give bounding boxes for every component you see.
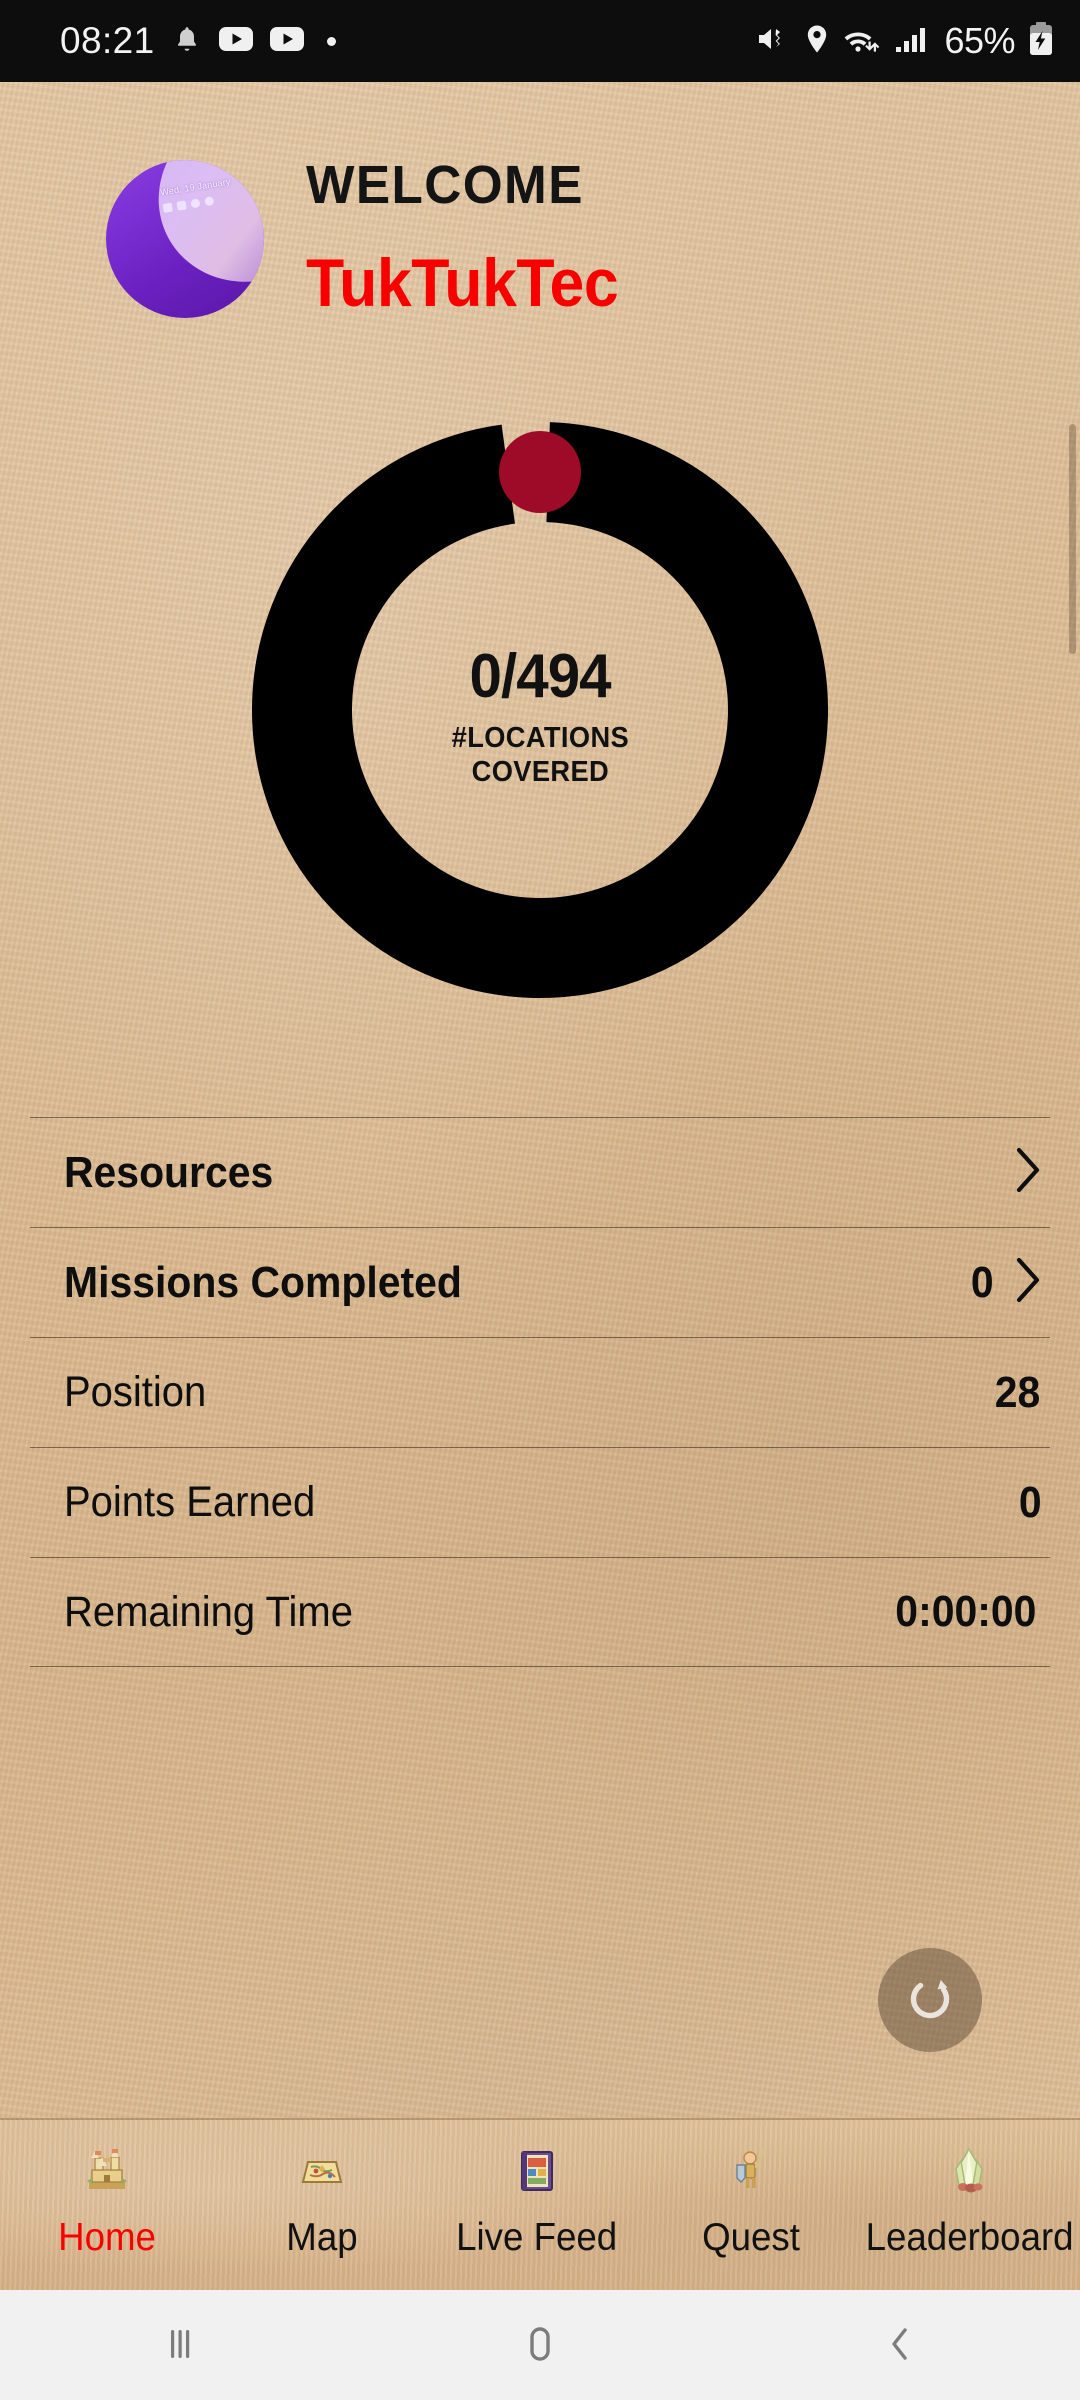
app-content: Wed, 19 January WELCOME TukTukTec 0/494 … (0, 82, 1080, 2290)
stat-row-resources[interactable]: Resources (30, 1117, 1050, 1227)
battery-percent-label: 65% (944, 20, 1015, 61)
youtube-icon (218, 26, 253, 57)
tab-label: Map (286, 2216, 358, 2259)
tab-quest[interactable]: Quest (644, 2120, 859, 2290)
stat-right: 0 (1018, 1478, 1042, 1528)
username-label: TukTukTec (306, 245, 619, 321)
tab-map[interactable]: Map (215, 2120, 430, 2290)
tab-leaderboard[interactable]: Leaderboard (859, 2120, 1080, 2290)
app-header: Wed, 19 January WELCOME TukTukTec (0, 142, 1080, 352)
tab-live-feed[interactable]: Live Feed (429, 2120, 644, 2290)
knight-icon (720, 2140, 782, 2202)
stat-right: 0 (970, 1256, 1042, 1309)
tab-home[interactable]: Home (0, 2120, 215, 2290)
location-icon (805, 24, 829, 59)
stats-list: Resources Missions Completed 0 Position … (0, 1117, 1080, 1667)
mute-vibrate-icon (756, 24, 792, 59)
status-bar-clock: 08:21 (60, 20, 155, 61)
tab-label: Home (58, 2216, 157, 2259)
locations-covered-value: 0/494 (469, 641, 611, 711)
welcome-label: WELCOME (306, 155, 584, 215)
status-bar-left: 08:21 (60, 20, 336, 62)
map-icon (291, 2140, 353, 2202)
phone-screen: 08:21 65% Wed, 19 January WELCOME TukTuk… (0, 0, 1080, 2400)
tab-label: Leaderboard (865, 2216, 1074, 2259)
stat-label: Missions Completed (64, 1257, 462, 1307)
stat-row-remaining-time: Remaining Time 0:00:00 (30, 1557, 1050, 1667)
ring-label-line1: #LOCATIONS (451, 721, 629, 754)
ring-label-line2: COVERED (471, 756, 609, 788)
recents-button[interactable] (0, 2322, 360, 2369)
castle-icon (76, 2140, 138, 2202)
wifi-icon (842, 24, 882, 59)
stat-value: 0 (970, 1257, 994, 1307)
signal-icon (895, 24, 927, 59)
stat-label: Position (64, 1368, 207, 1416)
battery-charging-icon (1028, 21, 1054, 61)
bottom-tab-bar: Home Map Live Feed Quest Leaderboard (0, 2118, 1080, 2290)
locations-covered-label: #LOCATIONS COVERED (451, 721, 628, 789)
refresh-icon (902, 1971, 958, 2030)
dot-indicator-icon (326, 36, 336, 46)
header-titles: WELCOME TukTukTec (306, 154, 645, 322)
stat-label: Remaining Time (64, 1587, 353, 1636)
stat-row-position: Position 28 (30, 1337, 1050, 1447)
book-icon (506, 2140, 568, 2202)
status-bar: 08:21 65% (0, 0, 1080, 82)
recents-icon (158, 2322, 202, 2369)
tab-label: Live Feed (456, 2216, 618, 2259)
stat-value: 0 (1018, 1477, 1042, 1527)
stat-label: Points Earned (64, 1478, 316, 1526)
tab-label: Quest (702, 2216, 801, 2259)
avatar[interactable]: Wed, 19 January (106, 160, 264, 318)
progress-ring-center: 0/494 #LOCATIONS COVERED (230, 400, 850, 1020)
stat-right (994, 1146, 1042, 1199)
stat-row-points-earned: Points Earned 0 (30, 1447, 1050, 1557)
stat-label: Resources (64, 1147, 274, 1197)
stat-row-missions-completed[interactable]: Missions Completed 0 (30, 1227, 1050, 1337)
status-bar-right: 65% (756, 20, 1054, 62)
stat-value: 0:00:00 (895, 1587, 1037, 1636)
android-navigation-bar (0, 2290, 1080, 2400)
home-icon (518, 2322, 562, 2369)
bell-icon (172, 24, 202, 59)
back-button[interactable] (720, 2322, 1080, 2369)
stat-right: 0:00:00 (890, 1587, 1042, 1637)
stat-right: 28 (993, 1368, 1042, 1418)
chevron-right-icon[interactable] (1014, 1146, 1042, 1199)
chevron-right-icon[interactable] (1014, 1256, 1042, 1309)
refresh-button[interactable] (878, 1948, 982, 2052)
youtube-icon (269, 26, 304, 57)
vertical-scrollbar[interactable] (1069, 424, 1076, 654)
crystal-icon (938, 2140, 1000, 2202)
back-icon (878, 2322, 922, 2369)
stat-value: 28 (994, 1367, 1041, 1417)
home-button[interactable] (360, 2322, 720, 2369)
locations-progress-ring: 0/494 #LOCATIONS COVERED (230, 400, 850, 1020)
